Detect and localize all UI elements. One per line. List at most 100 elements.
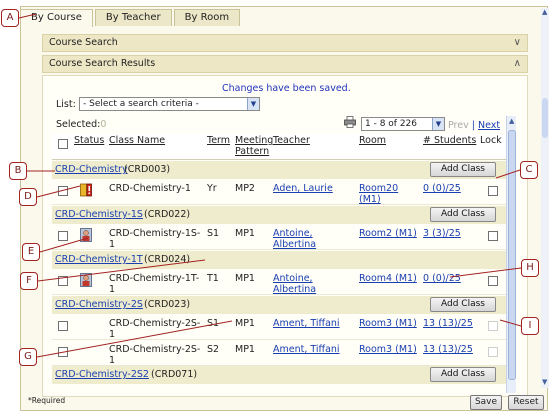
- row-select-checkbox[interactable]: [58, 321, 68, 331]
- tab-by-room[interactable]: By Room: [173, 9, 241, 26]
- room-link[interactable]: Room3 (M1): [359, 318, 417, 329]
- course-link[interactable]: CRD-Chemistry: [55, 164, 128, 175]
- teacher-status-icon: [80, 228, 92, 242]
- save-button[interactable]: Save: [470, 395, 502, 410]
- dropdown-arrow-icon[interactable]: ▼: [432, 118, 444, 130]
- selected-label: Selected:: [56, 119, 101, 130]
- course-code: (CRD003): [124, 164, 171, 175]
- class-row: CRD-Chemistry-1S- 1 S1 MP1 Antoine, Albe…: [52, 224, 506, 250]
- column-students[interactable]: # Students: [423, 136, 476, 146]
- teacher-link[interactable]: Antoine,: [273, 273, 313, 284]
- pager-separator: |: [471, 120, 475, 131]
- lock-checkbox[interactable]: [488, 276, 498, 286]
- course-group-row: CRD-Chemistry-2S (CRD023) Add Class: [52, 296, 506, 314]
- class-name-line2: 1: [109, 284, 116, 295]
- callout-b: B: [9, 162, 27, 180]
- course-code: (CRD024): [144, 254, 191, 265]
- lock-checkbox[interactable]: [488, 231, 498, 241]
- selected-count: 0: [100, 119, 107, 130]
- teacher-link[interactable]: Ament, Tiffani: [273, 318, 340, 329]
- chevron-up-icon[interactable]: ∧: [514, 56, 521, 72]
- class-row: CRD-Chemistry-2S- 1 S1 MP1 Ament, Tiffan…: [52, 314, 506, 340]
- dropdown-arrow-icon[interactable]: ▼: [247, 98, 259, 110]
- column-status[interactable]: Status: [74, 136, 104, 146]
- row-select-checkbox[interactable]: [58, 231, 68, 241]
- teacher-link[interactable]: Aden, Laurie: [273, 183, 333, 194]
- row-select-checkbox[interactable]: [58, 186, 68, 196]
- term: S2: [207, 344, 220, 355]
- class-name-line2: 1: [109, 239, 116, 250]
- page-range-select[interactable]: 1 - 8 of 226 ▼: [361, 117, 445, 131]
- course-search-header[interactable]: Course Search ∨: [42, 34, 528, 52]
- page-range-value: 1 - 8 of 226: [365, 119, 417, 129]
- row-select-checkbox[interactable]: [58, 276, 68, 286]
- teacher-link-line2[interactable]: Albertina: [273, 239, 316, 250]
- table-scrollbar[interactable]: ▲: [506, 116, 516, 393]
- tab-by-teacher[interactable]: By Teacher: [94, 9, 172, 26]
- column-room[interactable]: Room: [359, 136, 386, 146]
- column-teacher[interactable]: Teacher: [273, 136, 310, 146]
- add-class-button[interactable]: Add Class: [430, 207, 496, 222]
- room-link[interactable]: Room20: [359, 183, 398, 194]
- column-pattern[interactable]: Pattern: [235, 147, 269, 157]
- course-group-row: CRD-Chemistry-1T (CRD024): [52, 251, 506, 269]
- prev-link[interactable]: Prev: [448, 120, 469, 131]
- students-link[interactable]: 3 (3)/25: [423, 228, 461, 239]
- lock-checkbox[interactable]: [488, 186, 498, 196]
- add-class-button[interactable]: Add Class: [430, 367, 496, 382]
- column-class-name[interactable]: Class Name: [109, 136, 165, 146]
- course-group-row: CRD-Chemistry (CRD003) Add Class: [52, 161, 506, 179]
- chevron-down-icon[interactable]: ∨: [514, 35, 521, 51]
- scroll-down-arrow-icon[interactable]: ▼: [542, 378, 547, 386]
- callout-i: I: [521, 317, 539, 335]
- callout-c: C: [520, 161, 538, 179]
- add-class-button[interactable]: Add Class: [430, 162, 496, 177]
- course-code: (CRD022): [144, 209, 191, 220]
- column-term[interactable]: Term: [207, 136, 230, 146]
- room-link[interactable]: Room2 (M1): [359, 228, 417, 239]
- printer-icon[interactable]: [344, 116, 356, 128]
- teacher-link-line2[interactable]: Albertina: [273, 284, 316, 295]
- row-select-checkbox[interactable]: [58, 347, 68, 357]
- page-scrollbar[interactable]: ▲ ▼: [541, 8, 549, 388]
- reset-button[interactable]: Reset: [508, 395, 544, 410]
- meeting-pattern: MP1: [235, 318, 255, 329]
- teacher-status-icon: [80, 273, 92, 287]
- next-link[interactable]: Next: [478, 120, 500, 131]
- class-name: CRD-Chemistry-1S-: [109, 228, 201, 239]
- callout-f: F: [20, 272, 38, 290]
- select-all-checkbox[interactable]: [58, 139, 68, 149]
- students-link[interactable]: 0 (0)/25: [423, 273, 461, 284]
- page-scroll-thumb[interactable]: [542, 98, 548, 138]
- students-link[interactable]: 13 (13)/25: [423, 344, 473, 355]
- course-link[interactable]: CRD-Chemistry-1S: [55, 209, 143, 220]
- room-link-line2[interactable]: (M1): [359, 194, 381, 205]
- scroll-up-arrow-icon[interactable]: ▲: [509, 117, 514, 125]
- warning-status-icon: [80, 183, 92, 197]
- course-code: (CRD023): [144, 299, 191, 310]
- course-search-results-header[interactable]: Course Search Results ∧: [42, 55, 528, 73]
- course-search-title: Course Search: [49, 37, 118, 48]
- class-row: CRD-Chemistry-1T- 1 T1 MP1 Antoine, Albe…: [52, 269, 506, 295]
- room-link[interactable]: Room3 (M1): [359, 344, 417, 355]
- scroll-up-arrow-icon[interactable]: ▲: [542, 8, 547, 16]
- class-name-line2: 1: [109, 355, 116, 366]
- column-meeting[interactable]: Meeting: [235, 136, 273, 146]
- class-name: CRD-Chemistry-2S-: [109, 318, 201, 329]
- meeting-pattern: MP1: [235, 228, 255, 239]
- selected-count-label: Selected:0: [56, 119, 106, 130]
- course-link[interactable]: CRD-Chemistry-2S2: [55, 369, 149, 380]
- class-name: CRD-Chemistry-2S-: [109, 344, 201, 355]
- room-link[interactable]: Room4 (M1): [359, 273, 417, 284]
- table-scroll-thumb[interactable]: [508, 130, 516, 380]
- course-link[interactable]: CRD-Chemistry-2S: [55, 299, 143, 310]
- students-link[interactable]: 13 (13)/25: [423, 318, 473, 329]
- add-class-button[interactable]: Add Class: [430, 297, 496, 312]
- course-search-results-title: Course Search Results: [49, 58, 156, 69]
- search-criteria-select[interactable]: - Select a search criteria - ▼: [79, 97, 260, 111]
- course-link[interactable]: CRD-Chemistry-1T: [55, 254, 143, 265]
- tab-by-course[interactable]: By Course: [20, 9, 93, 27]
- teacher-link[interactable]: Ament, Tiffani: [273, 344, 340, 355]
- students-link[interactable]: 0 (0)/25: [423, 183, 461, 194]
- teacher-link[interactable]: Antoine,: [273, 228, 313, 239]
